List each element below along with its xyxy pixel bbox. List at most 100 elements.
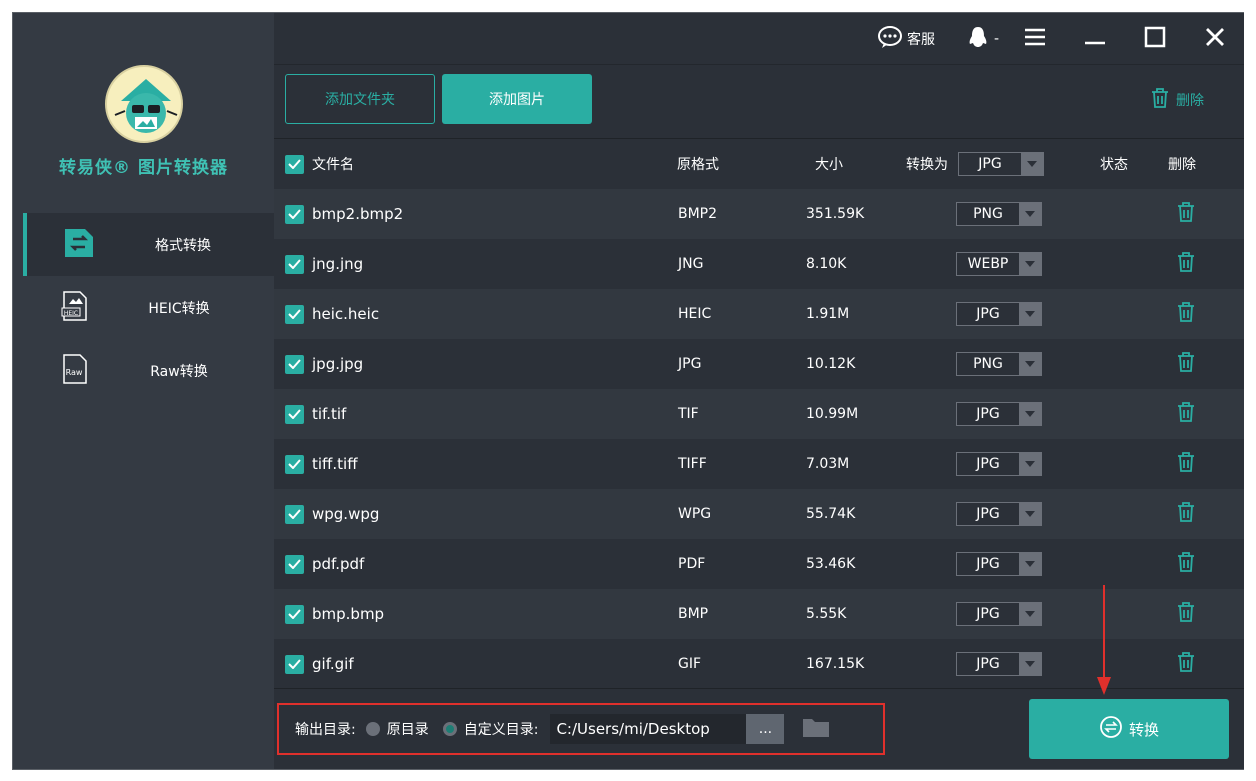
trash-icon [1176, 451, 1196, 477]
row-checkbox[interactable] [285, 489, 304, 539]
row-filename: tiff.tiff [312, 455, 358, 473]
row-target-select[interactable]: JPG [956, 589, 1042, 639]
user-account-button[interactable]: - [967, 25, 999, 53]
row-filename: gif.gif [312, 655, 354, 673]
row-format: PDF [678, 556, 706, 572]
sidebar-item-label: 格式转换 [155, 237, 211, 254]
dropdown-arrow-icon [1019, 203, 1041, 225]
row-delete-button[interactable] [1176, 639, 1196, 689]
radio-original-dir[interactable]: 原目录 [365, 719, 429, 739]
browse-button[interactable]: ... [746, 714, 785, 744]
row-target-select[interactable]: JPG [956, 389, 1042, 439]
row-checkbox[interactable] [285, 439, 304, 489]
row-target-select[interactable]: JPG [956, 539, 1042, 589]
radio-unchecked-icon [365, 722, 380, 736]
row-checkbox[interactable] [285, 239, 304, 289]
trash-icon [1176, 551, 1196, 577]
global-format-select[interactable]: JPG [958, 139, 1044, 189]
row-target-value: JPG [976, 556, 1000, 572]
row-target-select[interactable]: JPG [956, 439, 1042, 489]
radio-custom-dir[interactable]: 自定义目录: [442, 719, 538, 739]
dropdown-arrow-icon [1019, 653, 1041, 675]
sidebar-item-format-convert[interactable]: 格式转换 [23, 213, 274, 276]
row-delete-button[interactable] [1176, 189, 1196, 239]
checkbox-checked-icon [285, 554, 304, 574]
row-delete-button[interactable] [1176, 389, 1196, 439]
delete-all-label: 删除 [1176, 93, 1204, 109]
output-path-field[interactable]: C:/Users/mi/Desktop [550, 714, 747, 744]
row-target-select[interactable]: JPG [956, 639, 1042, 689]
row-checkbox[interactable] [285, 539, 304, 589]
row-delete-button[interactable] [1176, 589, 1196, 639]
customer-service-button[interactable]: 客服 [877, 25, 935, 53]
convert-arrows-icon [1099, 715, 1123, 743]
row-filename: bmp.bmp [312, 605, 385, 623]
row-delete-button[interactable] [1176, 239, 1196, 289]
sidebar-item-heic[interactable]: HEIC HEIC转换 [23, 276, 274, 339]
row-size: 1.91M [806, 306, 850, 322]
row-format: TIFF [678, 456, 707, 472]
dropdown-arrow-icon [1019, 453, 1041, 475]
checkbox-checked-icon [285, 154, 304, 174]
row-checkbox[interactable] [285, 339, 304, 389]
sidebar-item-raw[interactable]: Raw Raw转换 [23, 339, 274, 402]
row-checkbox[interactable] [285, 639, 304, 689]
checkbox-checked-icon [285, 504, 304, 524]
checkbox-checked-icon [285, 654, 304, 674]
row-target-select[interactable]: PNG [956, 339, 1042, 389]
row-target-select[interactable]: JPG [956, 489, 1042, 539]
header-delete: 删除 [1168, 157, 1196, 173]
row-delete-button[interactable] [1176, 289, 1196, 339]
row-filename: pdf.pdf [312, 555, 365, 573]
raw-file-icon: Raw [59, 353, 91, 385]
row-filename: bmp2.bmp2 [312, 205, 404, 223]
row-target-select[interactable]: WEBP [956, 239, 1042, 289]
penguin-user-icon [967, 25, 989, 53]
app-logo [105, 65, 183, 143]
dropdown-arrow-icon [1019, 303, 1041, 325]
row-delete-button[interactable] [1176, 339, 1196, 389]
heic-file-icon: HEIC [59, 290, 91, 322]
close-button[interactable] [1204, 26, 1226, 52]
row-checkbox[interactable] [285, 389, 304, 439]
minimize-button[interactable] [1084, 27, 1106, 51]
row-checkbox[interactable] [285, 289, 304, 339]
row-delete-button[interactable] [1176, 539, 1196, 589]
row-target-select[interactable]: JPG [956, 289, 1042, 339]
trash-icon [1176, 401, 1196, 427]
maximize-button[interactable] [1144, 26, 1166, 52]
row-filename: jpg.jpg [312, 355, 364, 373]
open-folder-button[interactable] [802, 716, 830, 742]
menu-button[interactable] [1024, 27, 1046, 51]
checkbox-checked-icon [285, 404, 304, 424]
svg-text:HEIC: HEIC [64, 310, 78, 317]
row-size: 10.99M [806, 406, 859, 422]
row-size: 8.10K [806, 256, 847, 272]
row-format: BMP [678, 606, 709, 622]
add-folder-button[interactable]: 添加文件夹 [285, 74, 435, 124]
dropdown-arrow-icon [1019, 353, 1041, 375]
dropdown-arrow-icon [1019, 403, 1041, 425]
table-row: tiff.tiff TIFF 7.03M JPG [274, 439, 1244, 489]
customer-service-label: 客服 [907, 32, 935, 48]
checkbox-checked-icon [285, 354, 304, 374]
sidebar-item-label: Raw转换 [150, 363, 208, 380]
checkbox-checked-icon [285, 254, 304, 274]
delete-all-button[interactable]: 删除 [1150, 87, 1204, 113]
row-checkbox[interactable] [285, 589, 304, 639]
row-filename: wpg.wpg [312, 505, 380, 523]
hamburger-menu-icon [1024, 27, 1046, 51]
row-target-value: JPG [976, 606, 1000, 622]
row-target-value: JPG [976, 656, 1000, 672]
annotation-arrow [1097, 585, 1111, 695]
select-all-checkbox[interactable] [285, 139, 304, 189]
row-delete-button[interactable] [1176, 489, 1196, 539]
row-filename: jng.jng [312, 255, 364, 273]
row-size: 5.55K [806, 606, 847, 622]
row-format: GIF [678, 656, 702, 672]
row-delete-button[interactable] [1176, 439, 1196, 489]
convert-button[interactable]: 转换 [1029, 699, 1229, 759]
row-target-select[interactable]: PNG [956, 189, 1042, 239]
add-image-button[interactable]: 添加图片 [442, 74, 592, 124]
row-checkbox[interactable] [285, 189, 304, 239]
